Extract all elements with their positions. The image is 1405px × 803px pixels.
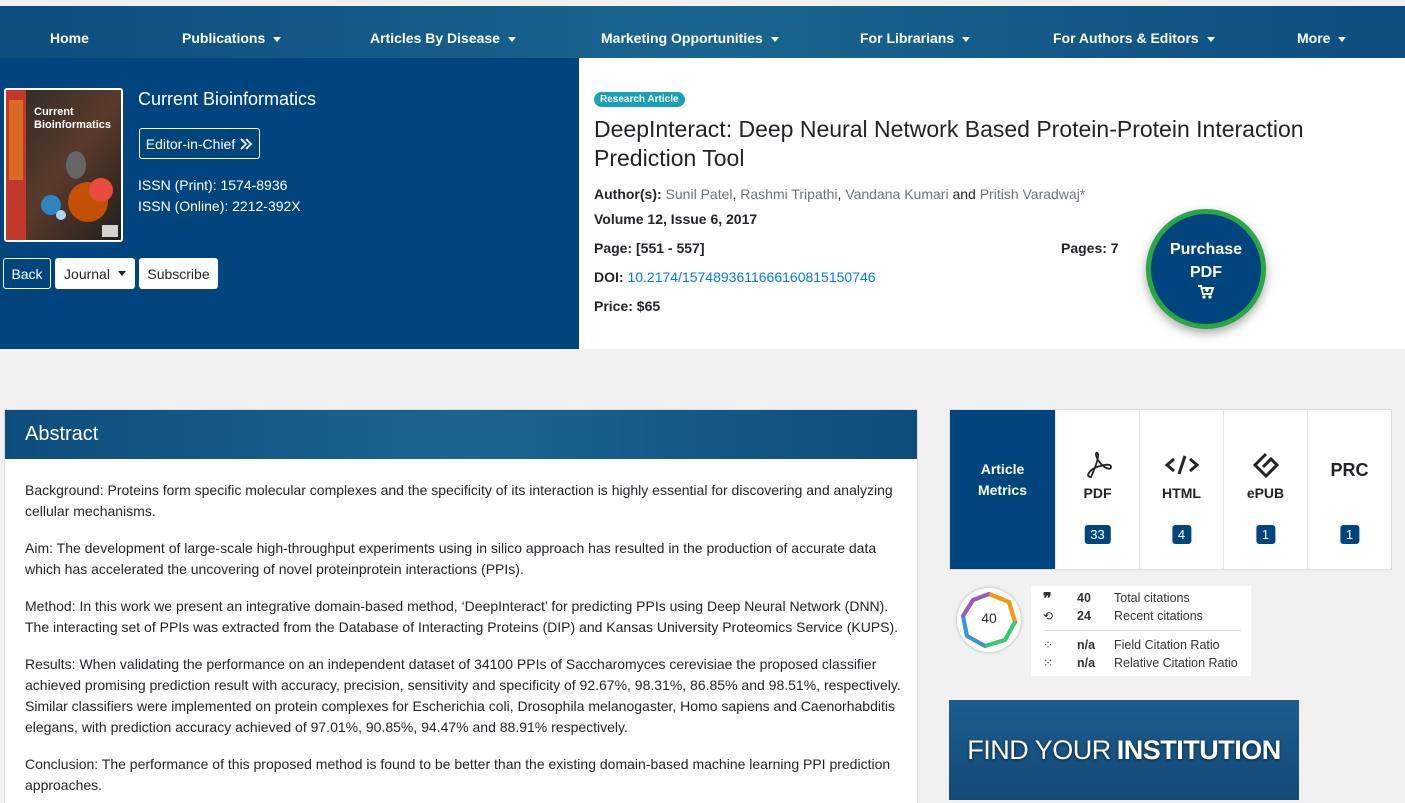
article-doi: DOI: 10.2174/1574893611666160815150746 (594, 269, 876, 285)
caret-down-icon (962, 36, 971, 42)
nav-articles-by-disease[interactable]: Articles By Disease (370, 30, 516, 46)
editor-in-chief-button[interactable]: Editor-in-Chief (139, 128, 260, 159)
metric-count: 33 (1084, 525, 1111, 544)
cover-title: Current Bioinformatics (34, 106, 112, 131)
html-code-icon (1140, 450, 1223, 486)
doi-link[interactable]: 10.2174/1574893611666160815150746 (627, 269, 875, 285)
nav-marketing-opportunities[interactable]: Marketing Opportunities (601, 30, 779, 46)
caret-down-icon (507, 36, 516, 42)
history-icon: ⟲ (1043, 609, 1054, 623)
quote-icon: ❞ (1043, 591, 1052, 608)
article-header: Research Article DeepInteract: Deep Neur… (579, 58, 1405, 349)
author-link[interactable]: Pritish Varadwaj* (980, 186, 1086, 202)
caret-down-icon (273, 36, 282, 42)
article-type-badge: Research Article (594, 92, 685, 107)
article-authors: Author(s): Sunil Patel, Rashmi Tripathi,… (594, 186, 1086, 202)
caret-down-icon (117, 271, 126, 276)
dimensions-score: 40 (981, 610, 997, 626)
author-link[interactable]: Rashmi Tripathi (740, 186, 837, 202)
epub-icon (1224, 450, 1307, 486)
nav-home[interactable]: Home (50, 30, 89, 46)
relative-citation-ratio-row: ⁙ n/a Relative Citation Ratio (1043, 656, 1238, 670)
total-citations-row: ❞ 40 Total citations (1043, 591, 1190, 608)
article-metrics-label: Article Metrics (950, 410, 1055, 569)
article-page-count: Pages: 7 (1061, 240, 1119, 256)
divider (1043, 630, 1241, 631)
nav-publications[interactable]: Publications (182, 30, 282, 46)
article-price: Price: $65 (594, 298, 661, 314)
journal-dropdown-button[interactable]: Journal (55, 258, 135, 289)
issn-print: ISSN (Print): 1574-8936 (138, 177, 288, 193)
back-button[interactable]: Back (3, 258, 51, 289)
metric-pdf[interactable]: PDF 33 (1055, 410, 1139, 569)
prc-icon: PRC (1330, 460, 1369, 480)
subscribe-button[interactable]: Subscribe (139, 258, 218, 289)
cart-icon (1198, 285, 1215, 299)
recent-citations-row: ⟲ 24 Recent citations (1043, 609, 1203, 623)
main-navbar: Home Publications Articles By Disease Ma… (0, 0, 1405, 58)
abstract-results: Results: When validating the performance… (25, 656, 901, 735)
abstract-aim: Aim: The development of large-scale high… (25, 540, 877, 577)
article-metrics: Article Metrics PDF 33 HTML 4 ePUB 1 PRC… (949, 409, 1392, 570)
caret-down-icon (1206, 36, 1215, 42)
nav-for-librarians[interactable]: For Librarians (860, 30, 971, 46)
metric-count: 1 (1339, 525, 1360, 544)
metric-html[interactable]: HTML 4 (1139, 410, 1223, 569)
abstract-background: Background: Proteins form specific molec… (25, 482, 893, 519)
nav-for-authors-editors[interactable]: For Authors & Editors (1053, 30, 1215, 46)
metric-count: 4 (1171, 525, 1192, 544)
double-chevron-right-icon (240, 137, 253, 150)
author-link[interactable]: Sunil Patel (666, 186, 733, 202)
caret-down-icon (770, 36, 779, 42)
author-link[interactable]: Vandana Kumari (845, 186, 948, 202)
citation-stats: ❞ 40 Total citations ⟲ 24 Recent citatio… (1031, 586, 1251, 676)
journal-panel: Current Bioinformatics Current Bioinform… (0, 58, 579, 349)
network-icon: ⁙ (1043, 656, 1054, 670)
abstract-conclusion: Conclusion: The performance of this prop… (25, 756, 891, 793)
field-citation-ratio-row: ⁘ n/a Field Citation Ratio (1043, 638, 1220, 652)
article-page-range: Page: [551 - 557] (594, 240, 705, 256)
dimensions-badge[interactable]: 40 (957, 588, 1021, 652)
issn-online: ISSN (Online): 2212-392X (138, 198, 301, 214)
nav-more[interactable]: More (1297, 30, 1347, 46)
journal-cover-image[interactable]: Current Bioinformatics (4, 88, 123, 242)
find-your-institution-banner[interactable]: FIND YOUR INSTITUTION (949, 700, 1299, 800)
pdf-icon (1056, 450, 1139, 486)
abstract-heading: Abstract (5, 410, 917, 459)
journal-name[interactable]: Current Bioinformatics (138, 89, 316, 110)
purchase-pdf-button[interactable]: Purchase PDF (1146, 209, 1266, 329)
network-icon: ⁘ (1043, 638, 1054, 652)
abstract-card: Abstract Background: Proteins form speci… (4, 409, 918, 803)
caret-down-icon (1338, 36, 1347, 42)
metric-epub[interactable]: ePUB 1 (1223, 410, 1307, 569)
article-title: DeepInteract: Deep Neural Network Based … (594, 116, 1304, 171)
abstract-method: Method: In this work we present an integ… (25, 598, 899, 635)
metric-prc[interactable]: PRC 1 (1307, 410, 1391, 569)
article-volume: Volume 12, Issue 6, 2017 (594, 211, 758, 227)
metric-count: 1 (1255, 525, 1276, 544)
